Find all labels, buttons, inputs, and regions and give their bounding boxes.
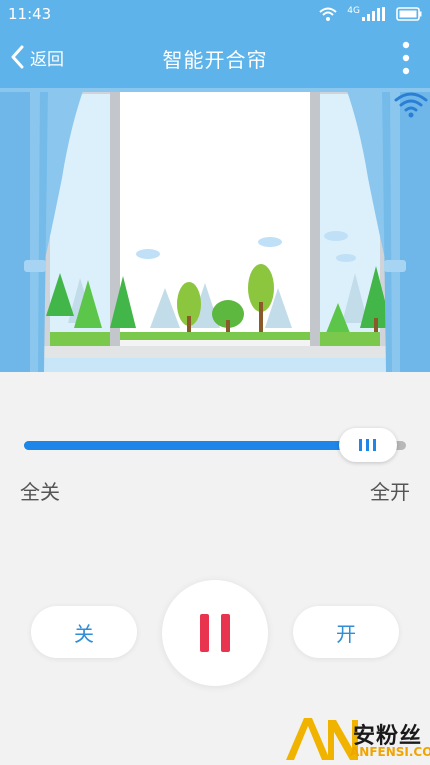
page-title: 智能开合帘 — [162, 48, 268, 72]
status-icons: 4G — [319, 6, 422, 22]
signal-icon — [362, 7, 385, 21]
watermark-url: ANFENSI.COM — [350, 745, 430, 759]
close-button[interactable]: 关 — [31, 606, 137, 658]
pause-icon — [200, 614, 209, 652]
curtain-scene — [0, 88, 430, 372]
curtain-illustration — [0, 88, 430, 372]
top-bar: 11:43 4G 返回 智能开合帘 — [0, 0, 430, 88]
battery-icon — [396, 7, 422, 21]
pause-button[interactable] — [162, 580, 268, 686]
wifi-signal-icon — [394, 92, 428, 118]
fully-open-label: 全开 — [370, 480, 410, 504]
more-options-icon[interactable] — [400, 40, 412, 76]
slider-fill — [24, 441, 368, 450]
slider-handle[interactable] — [338, 428, 397, 462]
fully-closed-label: 全关 — [20, 480, 60, 504]
open-button[interactable]: 开 — [293, 606, 399, 658]
network-type: 4G — [347, 5, 360, 16]
wifi-icon — [319, 7, 337, 21]
title-bar: 返回 智能开合帘 — [0, 28, 430, 88]
status-time: 11:43 — [8, 5, 52, 23]
curtain-position-slider[interactable] — [24, 428, 406, 462]
status-bar: 11:43 4G — [0, 0, 430, 28]
